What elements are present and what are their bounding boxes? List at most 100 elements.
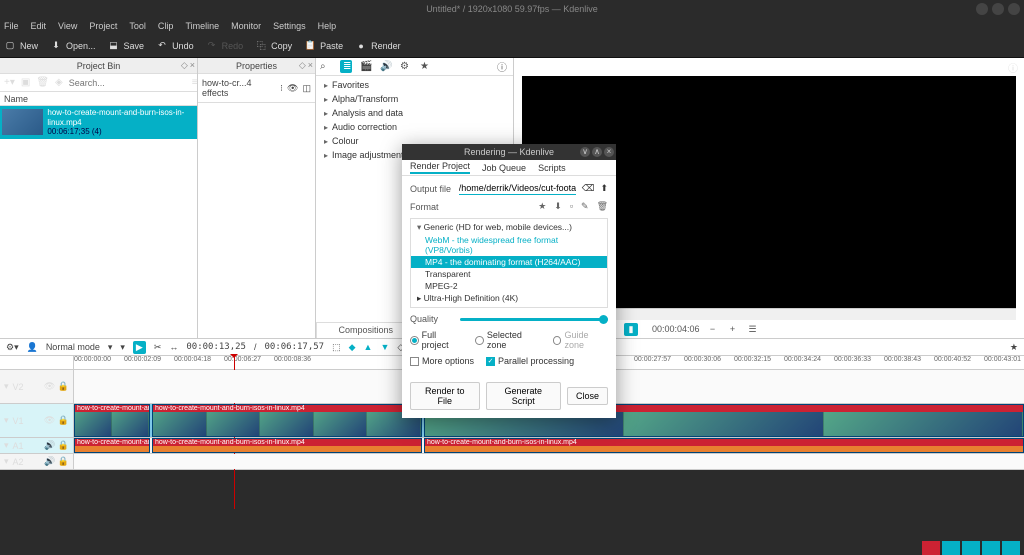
- menu-project[interactable]: Project: [89, 21, 117, 31]
- close-button[interactable]: Close: [567, 387, 608, 405]
- delete-icon[interactable]: 🗑: [36, 77, 49, 88]
- razor-tool[interactable]: ✂: [154, 342, 162, 353]
- custom-icon[interactable]: ⚙: [400, 61, 412, 72]
- options-icon[interactable]: ≡: [192, 77, 198, 88]
- clear-icon[interactable]: ⌫: [582, 183, 595, 194]
- menu-monitor[interactable]: Monitor: [231, 21, 261, 31]
- tree-view-icon[interactable]: ≣: [340, 60, 352, 73]
- menu-edit[interactable]: Edit: [31, 21, 47, 31]
- mode-selector[interactable]: Normal mode: [46, 342, 100, 352]
- track-head-a1[interactable]: ▾A1🔊 🔒: [0, 438, 74, 453]
- search-icon[interactable]: ⌕: [320, 61, 332, 72]
- status-btn[interactable]: [942, 541, 960, 555]
- render-button[interactable]: ●Render: [355, 40, 401, 52]
- person-icon[interactable]: 👤: [27, 342, 38, 353]
- star-icon[interactable]: ★: [1010, 342, 1018, 353]
- tag-icon[interactable]: ◈: [55, 77, 63, 88]
- loop-icon[interactable]: ▮: [624, 323, 638, 336]
- folder-icon[interactable]: ▣: [21, 77, 30, 88]
- menu-clip[interactable]: Clip: [158, 21, 174, 31]
- dialog-max-icon[interactable]: ∧: [592, 147, 602, 157]
- track-a2[interactable]: [74, 454, 1024, 469]
- dialog-titlebar[interactable]: Rendering — Kdenlive ∨∧×: [402, 144, 616, 160]
- status-btn[interactable]: [1002, 541, 1020, 555]
- track-head-a2[interactable]: ▾A2🔊 🔒: [0, 454, 74, 469]
- status-btn[interactable]: [962, 541, 980, 555]
- effects-cat-alpha[interactable]: Alpha/Transform: [316, 92, 513, 106]
- radio-full-project[interactable]: Full project: [410, 330, 463, 350]
- edit-format-icon[interactable]: ✎: [581, 201, 589, 212]
- generate-script-button[interactable]: Generate Script: [486, 382, 561, 410]
- save-button[interactable]: ⬓Save: [108, 40, 145, 52]
- check-more-options[interactable]: More options: [410, 356, 474, 366]
- info-icon[interactable]: ⓘ: [497, 59, 509, 74]
- select-tool[interactable]: ▶: [133, 341, 146, 354]
- hamburger-icon[interactable]: ☰: [746, 324, 760, 335]
- check-parallel[interactable]: ✓Parallel processing: [486, 356, 574, 366]
- format-webm[interactable]: WebM - the widespread free format (VP8/V…: [411, 234, 607, 256]
- split-icon[interactable]: ◫: [302, 83, 311, 94]
- fav-format-icon[interactable]: ★: [538, 201, 546, 212]
- menu-help[interactable]: Help: [318, 21, 337, 31]
- video-icon[interactable]: 🎬: [360, 61, 372, 72]
- timeline-clip[interactable]: how-to-create-mount-and-burn-isos-in-lin…: [74, 404, 150, 437]
- tab-job-queue[interactable]: Job Queue: [482, 163, 526, 173]
- timeline-audio-clip[interactable]: how-to-create-mount-and-burn-isos-in-lin…: [74, 438, 150, 453]
- quality-slider[interactable]: [460, 318, 608, 321]
- menu-view[interactable]: View: [58, 21, 77, 31]
- effects-cat-analysis[interactable]: Analysis and data: [316, 106, 513, 120]
- window-max-icon[interactable]: [992, 3, 1004, 15]
- menu-settings[interactable]: Settings: [273, 21, 306, 31]
- audio-icon[interactable]: 🔊: [380, 61, 392, 72]
- status-red-icon[interactable]: [922, 541, 940, 555]
- track-a1[interactable]: how-to-create-mount-and-burn-isos-in-lin…: [74, 438, 1024, 453]
- monitor-timecode[interactable]: 00:00:04:06: [652, 324, 700, 334]
- favorite-icon[interactable]: ★: [420, 61, 432, 72]
- track-head-v2[interactable]: ▾V2👁 🔒: [0, 370, 74, 403]
- monitor-info-icon[interactable]: ⓘ: [1008, 60, 1018, 75]
- timeline-audio-clip[interactable]: how-to-create-mount-and-burn-isos-in-lin…: [152, 438, 422, 453]
- menu-file[interactable]: File: [4, 21, 19, 31]
- format-mpeg2[interactable]: MPEG-2: [411, 280, 607, 292]
- new-button[interactable]: ▢New: [4, 40, 38, 52]
- add-clip-icon[interactable]: +▾: [4, 77, 15, 88]
- timeline-audio-clip[interactable]: how-to-create-mount-and-burn-isos-in-lin…: [424, 438, 1024, 453]
- gear-icon[interactable]: ⚙▾: [6, 342, 19, 353]
- open-button[interactable]: ⬇Open...: [50, 40, 96, 52]
- bin-search-input[interactable]: [69, 78, 186, 88]
- browse-icon[interactable]: ⬆: [600, 183, 608, 194]
- bin-clip-item[interactable]: how-to-create-mount-and-burn-isos-in-lin…: [0, 106, 197, 139]
- undo-button[interactable]: ↶Undo: [156, 40, 194, 52]
- track-head-v1[interactable]: ▾V1👁 🔒: [0, 404, 74, 437]
- close-panel-icon[interactable]: ×: [190, 60, 195, 71]
- download-format-icon[interactable]: ⬇: [554, 201, 562, 212]
- status-btn[interactable]: [982, 541, 1000, 555]
- window-close-icon[interactable]: [1008, 3, 1020, 15]
- menu-tool[interactable]: Tool: [129, 21, 146, 31]
- format-group-generic[interactable]: Generic (HD for web, mobile devices...): [411, 221, 607, 234]
- delete-format-icon[interactable]: 🗑: [597, 201, 608, 212]
- save-format-icon[interactable]: ▫: [570, 201, 573, 212]
- bin-column-name[interactable]: Name: [0, 92, 197, 106]
- eye-icon[interactable]: 👁: [287, 83, 298, 94]
- format-group-uhd[interactable]: ▸ Ultra-High Definition (4K): [411, 292, 607, 305]
- output-file-input[interactable]: [459, 182, 576, 195]
- window-min-icon[interactable]: [976, 3, 988, 15]
- render-to-file-button[interactable]: Render to File: [410, 382, 480, 410]
- timeline-clip[interactable]: how-to-create-mount-and-burn-isos-in-lin…: [152, 404, 422, 437]
- spacer-tool[interactable]: ↔: [169, 342, 178, 352]
- undock-icon[interactable]: ◇: [181, 60, 188, 71]
- tab-scripts[interactable]: Scripts: [538, 163, 566, 173]
- format-mp4[interactable]: MP4 - the dominating format (H264/AAC): [411, 256, 607, 268]
- tc-position[interactable]: 00:00:13,25: [186, 342, 246, 352]
- effects-cat-favorites[interactable]: Favorites: [316, 78, 513, 92]
- menu-timeline[interactable]: Timeline: [185, 21, 219, 31]
- effects-cat-audio[interactable]: Audio correction: [316, 120, 513, 134]
- radio-selected-zone[interactable]: Selected zone: [475, 330, 541, 350]
- paste-button[interactable]: 📋Paste: [304, 40, 343, 52]
- dialog-min-icon[interactable]: ∨: [580, 147, 590, 157]
- tab-compositions[interactable]: Compositions: [316, 323, 415, 338]
- format-transparent[interactable]: Transparent: [411, 268, 607, 280]
- copy-button[interactable]: ⿻Copy: [255, 40, 292, 52]
- tab-render-project[interactable]: Render Project: [410, 161, 470, 174]
